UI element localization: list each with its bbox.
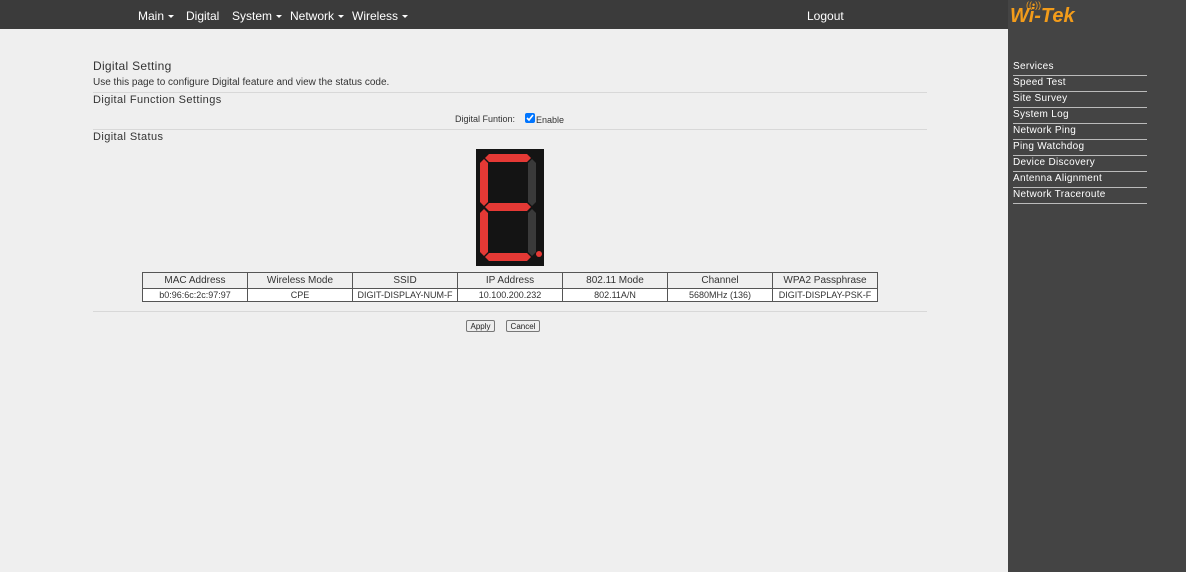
ssid-cell: DIGIT-DISPLAY-NUM-F — [352, 288, 458, 302]
passphrase-cell: DIGIT-DISPLAY-PSK-F — [772, 288, 878, 302]
segment-b — [528, 159, 536, 206]
sidebar-item-network-ping[interactable]: Network Ping — [1013, 124, 1147, 140]
status-section-title: Digital Status — [93, 131, 164, 143]
enable-label[interactable]: Enable — [536, 115, 564, 125]
nav-wireless-label: Wireless — [352, 9, 399, 23]
ip-address-cell: 10.100.200.232 — [457, 288, 563, 302]
sidebar-item-label: Network Ping — [1013, 125, 1077, 136]
80211-mode-cell: 802.11A/N — [562, 288, 668, 302]
segment-e — [480, 209, 488, 256]
sidebar-item-ping-watchdog[interactable]: Ping Watchdog — [1013, 140, 1147, 156]
nav-main-label: Main — [138, 9, 165, 23]
seven-segment-display — [476, 149, 544, 266]
brand-logo-text: Wi-Tek — [1010, 5, 1075, 27]
sidebar-item-label: Speed Test — [1013, 77, 1066, 88]
sidebar-item-system-log[interactable]: System Log — [1013, 108, 1147, 124]
nav-digital-menu[interactable]: Digital — [186, 10, 219, 22]
sidebar-item-network-traceroute[interactable]: Network Traceroute — [1013, 188, 1147, 204]
sidebar-item-label: System Log — [1013, 109, 1069, 120]
sidebar-item-device-discovery[interactable]: Device Discovery — [1013, 156, 1147, 172]
digital-status-table: MAC Address Wireless Mode SSID IP Addres… — [142, 272, 878, 302]
mac-address-cell: b0:96:6c:2c:97:97 — [142, 288, 248, 302]
segment-dot — [536, 251, 542, 257]
column-header-80211-mode: 802.11 Mode — [562, 272, 668, 289]
column-header-wireless-mode: Wireless Mode — [247, 272, 353, 289]
sidebar-item-label: Services — [1013, 61, 1054, 72]
cancel-button[interactable]: Cancel — [506, 320, 540, 332]
chevron-down-icon — [402, 15, 409, 18]
digital-function-label: Digital Funtion: — [455, 114, 516, 124]
chevron-down-icon — [168, 15, 175, 18]
sidebar-item-services[interactable]: Services — [1013, 60, 1147, 76]
sidebar-item-label: Device Discovery — [1013, 157, 1096, 168]
column-header-mac: MAC Address — [142, 272, 248, 289]
divider — [93, 129, 927, 130]
logout-link[interactable]: Logout — [807, 10, 844, 22]
segment-d — [485, 253, 531, 261]
brand-logo: ((•)) Wi-Tek — [1008, 1, 1078, 28]
sidebar-item-site-survey[interactable]: Site Survey — [1013, 92, 1147, 108]
segment-g — [485, 203, 531, 211]
page-title: Digital Setting — [93, 59, 172, 73]
chevron-down-icon — [276, 15, 283, 18]
sidebar-item-label: Antenna Alignment — [1013, 173, 1103, 184]
column-header-ssid: SSID — [352, 272, 458, 289]
column-header-channel: Channel — [667, 272, 773, 289]
nav-main-menu[interactable]: Main — [138, 9, 175, 23]
table-row: b0:96:6c:2c:97:97 CPE DIGIT-DISPLAY-NUM-… — [142, 288, 878, 302]
nav-system-menu[interactable]: System — [232, 9, 283, 23]
nav-system-label: System — [232, 9, 273, 23]
segment-f — [480, 159, 488, 206]
channel-cell: 5680MHz (136) — [667, 288, 773, 302]
apply-button[interactable]: Apply — [466, 320, 495, 332]
top-navbar: Main Digital System Network Wireless Log… — [0, 0, 1008, 29]
chevron-down-icon — [338, 15, 345, 18]
nav-wireless-menu[interactable]: Wireless — [352, 9, 409, 23]
segment-a — [485, 154, 531, 162]
column-header-passphrase: WPA2 Passphrase — [772, 272, 878, 289]
divider — [93, 92, 927, 93]
nav-digital-label: Digital — [186, 9, 220, 23]
seven-segment-svg — [480, 154, 542, 261]
sidebar-item-label: Ping Watchdog — [1013, 141, 1085, 152]
table-header-row: MAC Address Wireless Mode SSID IP Addres… — [142, 272, 878, 289]
column-header-ip: IP Address — [457, 272, 563, 289]
sidebar-item-antenna-alignment[interactable]: Antenna Alignment — [1013, 172, 1147, 188]
divider — [93, 311, 927, 312]
digital-function-enable-checkbox[interactable] — [525, 113, 535, 123]
nav-network-label: Network — [290, 9, 335, 23]
tools-list: Services Speed Test Site Survey System L… — [1013, 60, 1147, 204]
segment-c — [528, 209, 536, 256]
sidebar-item-label: Site Survey — [1013, 93, 1068, 104]
function-section-title: Digital Function Settings — [93, 94, 222, 106]
sidebar-item-speed-test[interactable]: Speed Test — [1013, 76, 1147, 92]
nav-network-menu[interactable]: Network — [290, 9, 345, 23]
page-description: Use this page to configure Digital featu… — [93, 77, 390, 88]
wireless-mode-cell: CPE — [247, 288, 353, 302]
sidebar-item-label: Network Traceroute — [1013, 189, 1106, 200]
